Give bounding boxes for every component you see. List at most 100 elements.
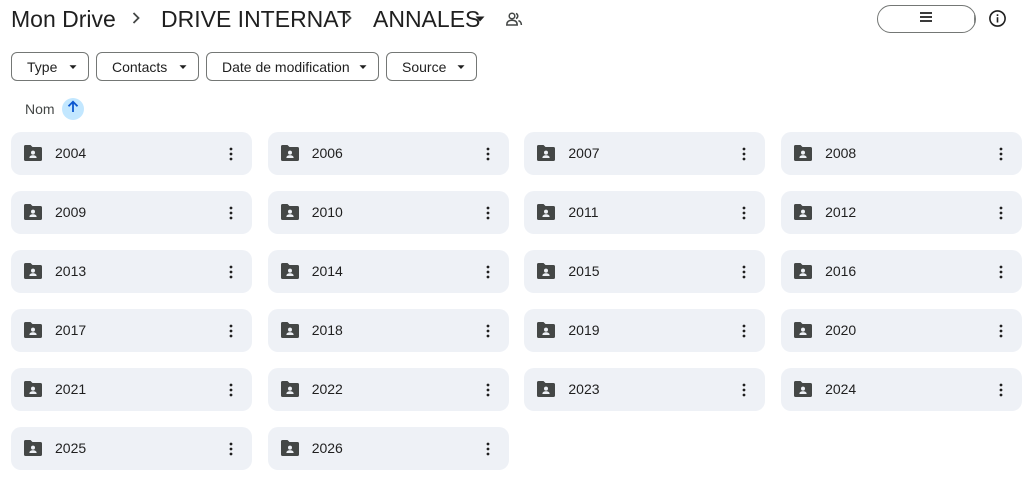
folder-name: 2019 (568, 322, 600, 338)
more-vert-icon[interactable] (219, 319, 243, 343)
shared-folder-icon (280, 380, 300, 398)
folder-name: 2024 (825, 381, 857, 397)
more-vert-icon[interactable] (476, 201, 500, 225)
sort-direction-button[interactable] (61, 98, 84, 120)
more-vert-icon[interactable] (732, 201, 756, 225)
folder-tile[interactable]: 2010 (267, 191, 509, 234)
folder-tile[interactable]: 2020 (781, 309, 1023, 352)
folder-tile[interactable]: 2017 (11, 309, 252, 352)
folder-tile[interactable]: 2022 (267, 368, 509, 411)
folder-name: 2023 (568, 381, 600, 397)
breadcrumb-item-mon-drive[interactable]: Mon Drive (11, 4, 116, 34)
folder-name: 2008 (825, 145, 857, 161)
folder-tile[interactable]: 2016 (781, 250, 1023, 293)
shared-people-icon[interactable] (505, 10, 523, 28)
more-vert-icon[interactable] (732, 260, 756, 284)
sort-header: Nom (25, 98, 84, 120)
caret-down-icon (178, 62, 188, 72)
folder-name: 2026 (311, 440, 343, 456)
chevron-right-icon (131, 11, 141, 25)
folder-tile[interactable]: 2015 (524, 250, 766, 293)
folder-tile[interactable]: 2006 (267, 132, 509, 175)
more-vert-icon[interactable] (989, 142, 1013, 166)
shared-folder-icon (280, 321, 300, 339)
folder-tile[interactable]: 2024 (781, 368, 1023, 411)
more-vert-icon[interactable] (989, 260, 1013, 284)
more-vert-icon[interactable] (476, 319, 500, 343)
folder-tile[interactable]: 2026 (267, 427, 509, 470)
shared-folder-icon (280, 144, 300, 162)
caret-down-icon[interactable] (474, 13, 486, 25)
breadcrumb-item-drive-internat[interactable]: DRIVE INTERNAT (161, 4, 351, 34)
caret-down-icon (358, 62, 368, 72)
more-vert-icon[interactable] (732, 378, 756, 402)
list-view-icon (919, 10, 933, 28)
more-vert-icon[interactable] (476, 378, 500, 402)
info-icon[interactable] (988, 9, 1007, 28)
shared-folder-icon (23, 321, 43, 339)
view-toggle (877, 5, 976, 33)
folder-tile[interactable]: 2011 (524, 191, 766, 234)
folder-tile[interactable]: 2004 (11, 132, 252, 175)
folder-name: 2014 (311, 263, 343, 279)
caret-down-icon (68, 62, 78, 72)
folder-tile[interactable]: 2014 (267, 250, 509, 293)
folder-name: 2022 (311, 381, 343, 397)
more-vert-icon[interactable] (219, 201, 243, 225)
more-vert-icon[interactable] (476, 142, 500, 166)
folder-name: 2015 (568, 263, 600, 279)
shared-folder-icon (280, 439, 300, 457)
filter-label: Source (402, 58, 447, 75)
more-vert-icon[interactable] (989, 201, 1013, 225)
folder-tile[interactable]: 2007 (524, 132, 766, 175)
more-vert-icon[interactable] (989, 319, 1013, 343)
more-vert-icon[interactable] (219, 437, 243, 461)
shared-folder-icon (280, 262, 300, 280)
folder-name: 2017 (55, 322, 87, 338)
filter-source-button[interactable]: Source (386, 52, 477, 81)
shared-folder-icon (280, 203, 300, 221)
more-vert-icon[interactable] (219, 260, 243, 284)
more-vert-icon[interactable] (476, 437, 500, 461)
folder-tile[interactable]: 2023 (524, 368, 766, 411)
sort-label[interactable]: Nom (25, 101, 55, 117)
filter-contacts-button[interactable]: Contacts (96, 52, 199, 81)
filter-date-modified-button[interactable]: Date de modification (206, 52, 379, 81)
shared-folder-icon (23, 262, 43, 280)
folder-tile[interactable]: 2018 (267, 309, 509, 352)
shared-folder-icon (23, 203, 43, 221)
folder-name: 2016 (825, 263, 857, 279)
more-vert-icon[interactable] (732, 142, 756, 166)
folder-tile[interactable]: 2021 (11, 368, 252, 411)
folder-tile[interactable]: 2019 (524, 309, 766, 352)
shared-folder-icon (536, 321, 556, 339)
folder-name: 2025 (55, 440, 87, 456)
more-vert-icon[interactable] (476, 260, 500, 284)
folder-grid: 2004 2006 2007 2008 2009 2010 2011 2012 … (11, 132, 1023, 470)
folder-name: 2012 (825, 204, 857, 220)
folder-tile[interactable]: 2012 (781, 191, 1023, 234)
list-view-button[interactable] (878, 6, 975, 32)
folder-name: 2013 (55, 263, 87, 279)
folder-name: 2004 (55, 145, 87, 161)
folder-name: 2009 (55, 204, 87, 220)
shared-folder-icon (793, 262, 813, 280)
more-vert-icon[interactable] (732, 319, 756, 343)
folder-tile[interactable]: 2025 (11, 427, 252, 470)
filter-type-button[interactable]: Type (11, 52, 89, 81)
folder-name: 2020 (825, 322, 857, 338)
breadcrumb-item-annales[interactable]: ANNALES (373, 4, 480, 34)
more-vert-icon[interactable] (219, 142, 243, 166)
folder-tile[interactable]: 2008 (781, 132, 1023, 175)
more-vert-icon[interactable] (989, 378, 1013, 402)
caret-down-icon (456, 62, 466, 72)
shared-folder-icon (536, 203, 556, 221)
folder-name: 2010 (311, 204, 343, 220)
folder-tile[interactable]: 2013 (11, 250, 252, 293)
folder-tile[interactable]: 2009 (11, 191, 252, 234)
shared-folder-icon (23, 439, 43, 457)
more-vert-icon[interactable] (219, 378, 243, 402)
arrow-up-icon (67, 100, 79, 118)
shared-folder-icon (536, 144, 556, 162)
chevron-right-icon (343, 11, 353, 25)
